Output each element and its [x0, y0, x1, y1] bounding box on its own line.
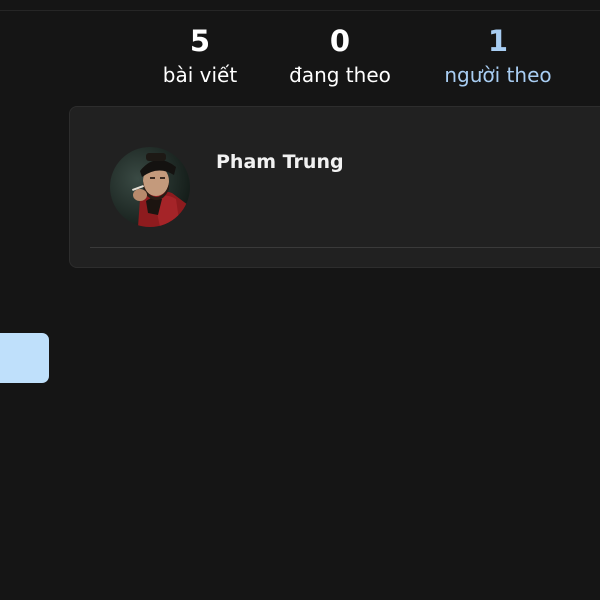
- followers-panel: Pham Trung: [69, 106, 600, 268]
- list-divider: [90, 247, 600, 248]
- posts-label: bài viết: [162, 63, 238, 87]
- follower-item[interactable]: Pham Trung: [70, 107, 600, 247]
- posts-count: 5: [189, 24, 211, 58]
- follower-avatar[interactable]: [110, 147, 190, 227]
- profile-page: 5 bài viết 0 đang theo 1 người theo Pham…: [0, 0, 600, 600]
- stat-posts[interactable]: 5 bài viết: [150, 22, 250, 90]
- following-label: đang theo: [289, 63, 391, 87]
- top-divider: [0, 10, 600, 11]
- user-photo-icon: [110, 147, 190, 227]
- followers-count: 1: [487, 24, 509, 58]
- stat-followers[interactable]: 1 người theo: [430, 22, 566, 90]
- following-count: 0: [329, 24, 351, 58]
- stat-following[interactable]: 0 đang theo: [275, 22, 405, 90]
- side-action-button[interactable]: [0, 333, 49, 383]
- followers-label: người theo: [444, 63, 552, 87]
- follower-name[interactable]: Pham Trung: [216, 149, 344, 175]
